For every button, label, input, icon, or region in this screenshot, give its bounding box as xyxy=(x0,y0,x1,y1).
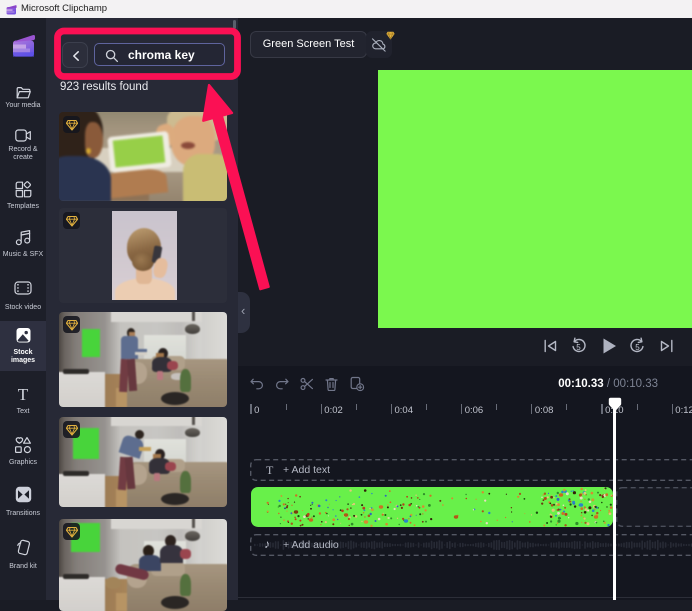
svg-text:5: 5 xyxy=(635,343,640,352)
svg-text:5: 5 xyxy=(576,343,581,352)
